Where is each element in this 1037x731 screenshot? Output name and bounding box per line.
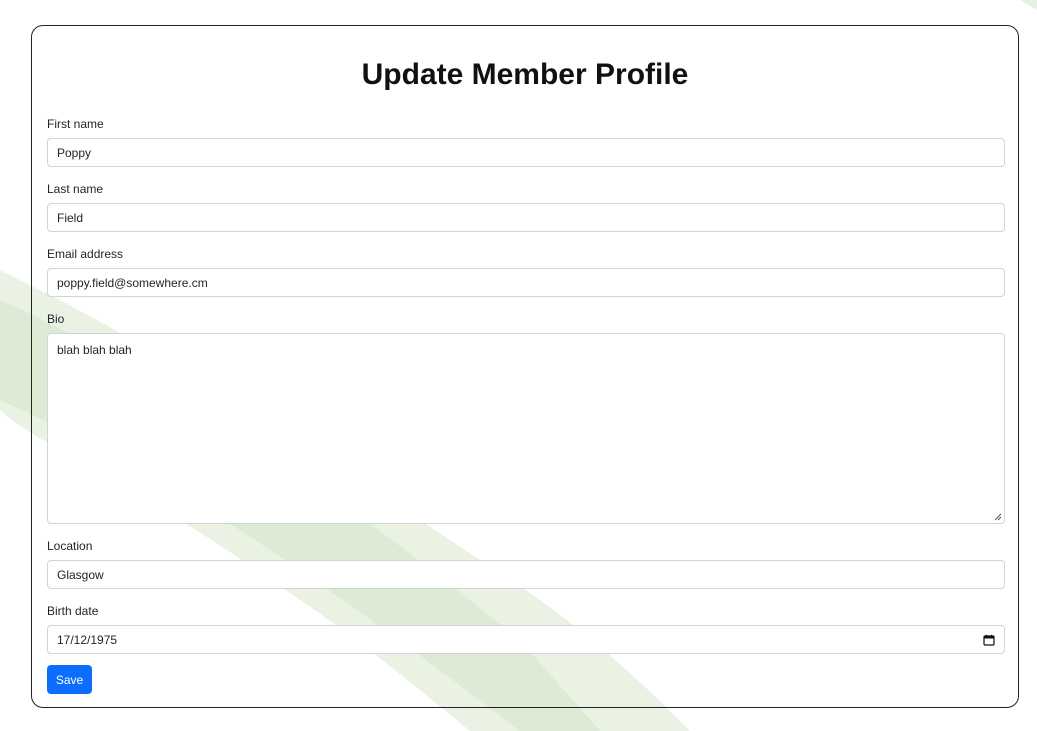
- email-value: poppy.field@somewhere.cm: [57, 275, 208, 290]
- profile-form-card: Update Member Profile First name Poppy L…: [31, 25, 1019, 708]
- bio-value: blah blah blah: [57, 343, 132, 357]
- last-name-label: Last name: [47, 182, 104, 196]
- birth-date-value: 17/12/1975: [57, 632, 118, 647]
- bio-textarea[interactable]: blah blah blah: [47, 333, 1005, 524]
- first-name-value: Poppy: [57, 145, 92, 160]
- last-name-input[interactable]: Field: [47, 203, 1005, 232]
- first-name-input[interactable]: Poppy: [47, 138, 1005, 167]
- calendar-icon[interactable]: [983, 634, 995, 646]
- email-input[interactable]: poppy.field@somewhere.cm: [47, 268, 1005, 297]
- email-label: Email address: [47, 247, 124, 261]
- last-name-value: Field: [57, 210, 84, 225]
- birth-date-label: Birth date: [47, 604, 99, 618]
- save-button[interactable]: Save: [47, 665, 92, 694]
- location-value: Glasgow: [57, 567, 104, 582]
- first-name-label: First name: [47, 117, 104, 131]
- birth-date-input[interactable]: 17/12/1975: [47, 625, 1005, 654]
- location-input[interactable]: Glasgow: [47, 560, 1005, 589]
- page-title: Update Member Profile: [361, 58, 689, 91]
- location-label: Location: [47, 539, 93, 553]
- resize-handle-icon[interactable]: [994, 513, 1002, 521]
- bio-label: Bio: [47, 312, 65, 326]
